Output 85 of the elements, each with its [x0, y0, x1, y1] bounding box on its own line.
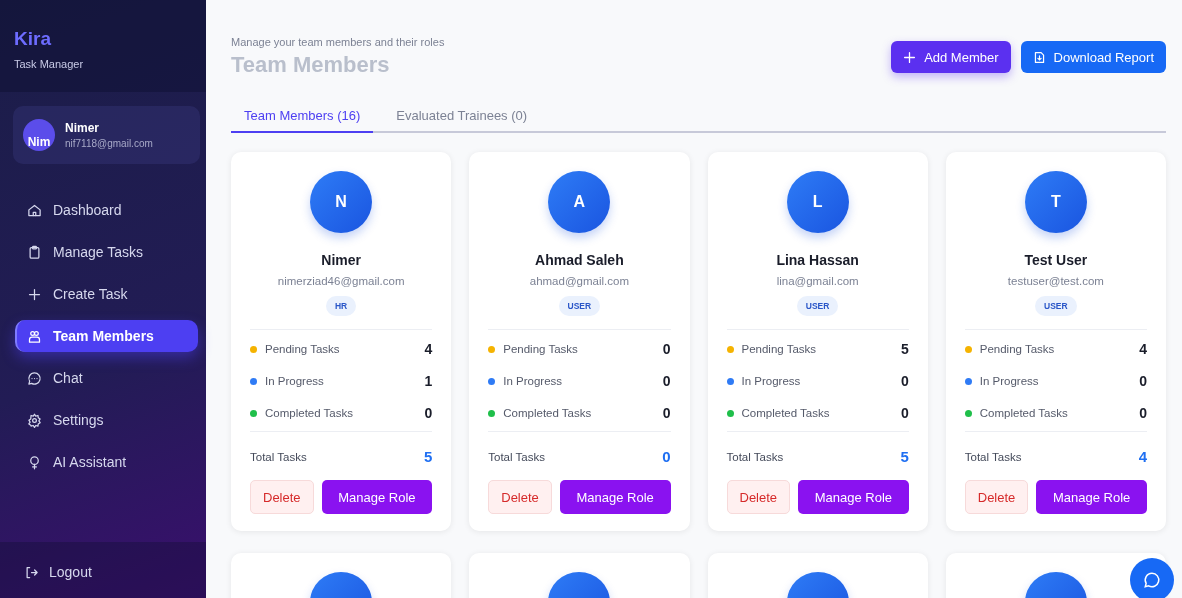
page-title: Team Members	[231, 52, 391, 78]
total-label: Total Tasks	[964, 450, 1022, 463]
user-email: nif7118@gmail.com	[65, 138, 153, 149]
stat-value: 5	[900, 341, 909, 357]
total-value: 5	[423, 448, 433, 465]
nav-item[interactable]: Dashboard	[15, 194, 198, 226]
delete-button[interactable]: Delete	[488, 480, 552, 514]
stat-value: 1	[424, 373, 433, 389]
member-name: Ahmad Saleh	[535, 252, 624, 268]
member-email: lina@gmail.com	[776, 275, 859, 287]
total-label: Total Tasks	[726, 450, 784, 463]
manage-role-button[interactable]: Manage Role	[1036, 480, 1147, 514]
delete-button[interactable]: Delete	[250, 480, 314, 514]
logout-icon	[24, 564, 39, 580]
stat-label: Completed Tasks	[979, 407, 1069, 419]
delete-button[interactable]: Delete	[726, 480, 791, 514]
total-value: 5	[900, 448, 909, 465]
total-label: Total Tasks	[250, 450, 307, 463]
nav-item[interactable]: Team Members	[15, 320, 198, 352]
member-email: ahmad@gmail.com	[529, 275, 629, 287]
manage-role-button[interactable]: Manage Role	[559, 480, 671, 514]
role-badge: USER	[1035, 296, 1077, 316]
nav-item[interactable]: Chat	[15, 362, 198, 394]
member-name: Lina Hassan	[776, 252, 859, 268]
tab[interactable]: Evaluated Trainees (0)	[383, 100, 541, 133]
app-logo-text: Kira	[14, 28, 52, 50]
stat-label: In Progress	[265, 375, 325, 387]
users-icon	[27, 328, 42, 344]
stat-label: In Progress	[503, 375, 564, 387]
home-icon	[27, 202, 42, 218]
nav-item[interactable]: Manage Tasks	[15, 236, 198, 268]
clipboard-icon	[27, 244, 42, 260]
page-subtitle: Manage your team members and their roles	[231, 36, 445, 48]
stat-label: In Progress	[741, 375, 802, 387]
stat-value: 0	[662, 405, 671, 421]
member-email: testuser@test.com	[1007, 275, 1104, 287]
role-badge: USER	[796, 296, 839, 316]
nav-item[interactable]: Settings	[15, 404, 198, 436]
stat-value: 0	[900, 373, 909, 389]
stat-label: Completed Tasks	[741, 407, 831, 419]
tab[interactable]: Team Members (16)	[231, 100, 374, 133]
role-badge: USER	[558, 296, 601, 316]
user-name: Nimer	[65, 121, 100, 135]
total-value: 0	[662, 448, 671, 465]
stat-value: 0	[1139, 373, 1147, 389]
download-report-button[interactable]: Download Report	[1020, 41, 1166, 73]
stat-label: Pending Tasks	[503, 343, 579, 355]
delete-button[interactable]: Delete	[964, 480, 1029, 514]
member-name: Nimer	[321, 252, 361, 268]
role-badge: HR	[326, 296, 357, 316]
stat-value: 0	[900, 405, 909, 421]
nav-item[interactable]: AI Assistant	[15, 446, 198, 478]
member-email: nimerziad46@gmail.com	[277, 275, 405, 287]
chat-button[interactable]	[1130, 558, 1174, 598]
stat-label: Completed Tasks	[265, 407, 354, 419]
stat-label: Pending Tasks	[979, 343, 1056, 355]
total-value: 4	[1138, 448, 1147, 465]
stat-label: Pending Tasks	[741, 343, 818, 355]
chat-bubble-icon	[1143, 571, 1161, 589]
stat-label: Completed Tasks	[503, 407, 593, 419]
total-label: Total Tasks	[488, 450, 545, 463]
add-member-button[interactable]: Add Member	[891, 41, 1011, 73]
chat-bubble-icon	[27, 370, 42, 386]
manage-role-button[interactable]: Manage Role	[321, 480, 433, 514]
member-avatar: N	[310, 171, 373, 233]
member-avatar: T	[1024, 171, 1087, 233]
nav-item[interactable]: Create Task	[15, 278, 198, 310]
plus-icon	[903, 50, 917, 64]
stat-value: 0	[662, 373, 671, 389]
settings-icon	[27, 412, 42, 428]
stat-value: 0	[1139, 405, 1147, 421]
stat-value: 4	[1139, 341, 1147, 357]
user-avatar: Nim	[23, 119, 55, 151]
app-subtitle: Task Manager	[14, 58, 85, 70]
member-avatar: L	[786, 171, 849, 233]
plus-icon	[27, 286, 42, 302]
file-download-icon	[1032, 50, 1046, 64]
stat-value: 4	[424, 341, 433, 357]
stat-label: In Progress	[979, 375, 1040, 387]
stat-value: 0	[662, 341, 671, 357]
stat-label: Pending Tasks	[265, 343, 341, 355]
member-avatar: A	[548, 171, 611, 233]
member-name: Test User	[1024, 252, 1088, 268]
manage-role-button[interactable]: Manage Role	[798, 480, 909, 514]
stat-value: 0	[424, 405, 433, 421]
